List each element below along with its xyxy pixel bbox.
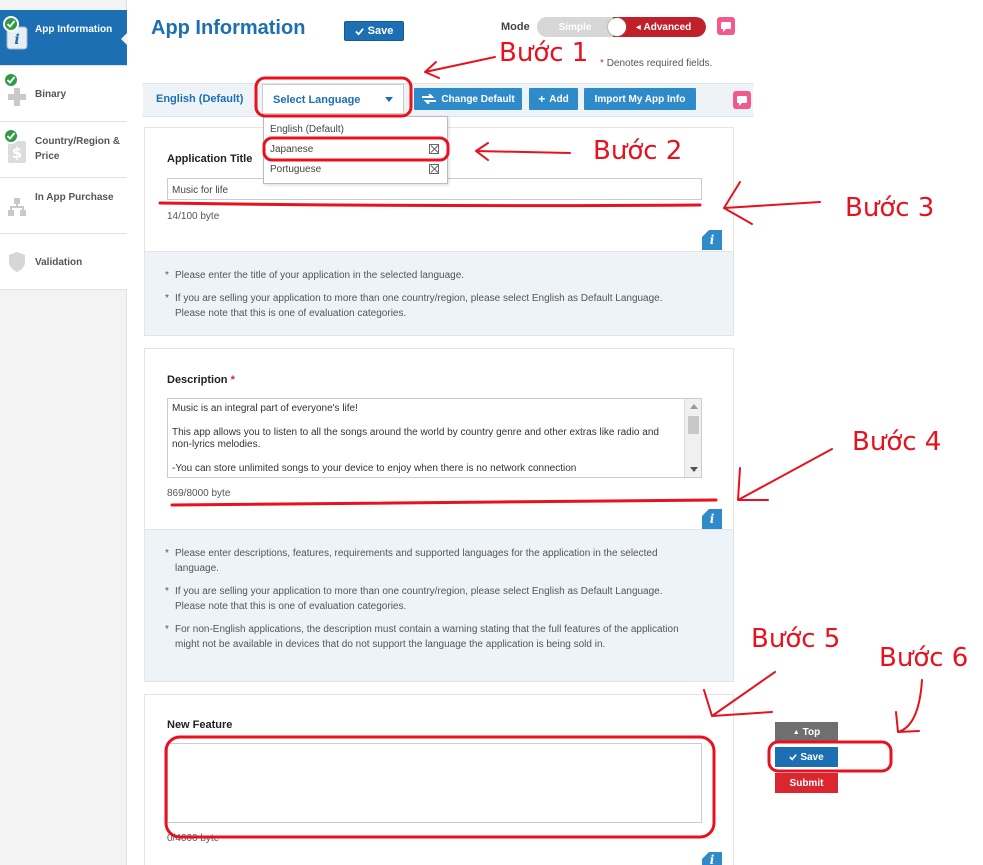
info-icon[interactable]: i [702, 852, 722, 865]
checkbox-icon[interactable] [429, 164, 439, 174]
annotation-step1: Bước 1 [499, 38, 589, 68]
annotation-step3: Bước 3 [845, 193, 935, 223]
submit-button[interactable]: Submit [775, 773, 838, 793]
description-textarea[interactable]: Music is an integral part of everyone's … [167, 398, 702, 478]
arrow-step4 [737, 448, 833, 501]
new-feature-counter: 0/4000 byte [167, 833, 220, 844]
mode-label: Mode [501, 21, 530, 33]
submit-label: Submit [789, 777, 824, 789]
chevron-down-icon [385, 97, 393, 102]
annotation-step5: Bước 5 [751, 624, 841, 654]
language-option-japanese[interactable]: Japanese [270, 144, 313, 155]
sidebar-item-label: Country/Region & Price [35, 136, 120, 162]
required-star: * [230, 374, 235, 386]
sidebar-item-label: Validation [35, 257, 83, 268]
help-text: * For non-English applications, the descr… [165, 624, 679, 650]
new-feature-label: New Feature [167, 719, 233, 731]
app-title-label: Application Title [167, 153, 253, 165]
sidebar: i App Information Binary $ Country/Regio… [0, 0, 128, 865]
required-star: * [600, 58, 604, 69]
save-button[interactable]: Save [344, 21, 404, 41]
arrow-step1 [424, 56, 496, 79]
mode-toggle-knob[interactable] [608, 18, 626, 36]
language-option-portuguese[interactable]: Portuguese [270, 164, 321, 175]
svg-text:i: i [14, 32, 19, 48]
check-icon [789, 754, 798, 761]
add-label: Add [549, 93, 569, 105]
required-note: * Denotes required fields. [600, 58, 712, 69]
arrow-up-icon: ▲ [792, 728, 800, 736]
floating-save-label: Save [800, 751, 824, 763]
description-counter: 869/8000 byte [167, 488, 231, 499]
change-default-button[interactable]: Change Default [414, 88, 522, 110]
description-text: Music is an integral part of everyone's … [172, 403, 659, 474]
sidebar-item-validation[interactable]: Validation [0, 234, 127, 290]
mode-simple-option[interactable]: Simple [537, 17, 613, 37]
top-button[interactable]: ▲ Top [775, 722, 838, 742]
info-icon[interactable]: i [702, 230, 722, 250]
mode-advanced-label: Advanced [643, 21, 692, 33]
tab-english-default[interactable]: English (Default) [156, 93, 243, 105]
checkbox-icon[interactable] [429, 144, 439, 154]
chat-icon[interactable] [717, 17, 735, 35]
annotation-step2: Bước 2 [593, 136, 683, 166]
add-button[interactable]: + Add [529, 88, 578, 110]
check-icon [3, 16, 19, 32]
sidebar-item-label: In App Purchase [35, 192, 114, 203]
required-note-text: Denotes required fields. [606, 58, 713, 69]
svg-text:$: $ [12, 144, 22, 162]
new-feature-textarea[interactable] [167, 743, 702, 823]
plus-icon: + [538, 92, 546, 106]
check-icon [3, 72, 19, 88]
mode-toggle[interactable]: Simple ◂ Advanced [537, 17, 706, 37]
sidebar-item-label: Binary [35, 89, 67, 100]
description-scrollbar[interactable] [684, 399, 701, 477]
scroll-up-icon[interactable] [690, 404, 698, 409]
swap-icon [422, 94, 437, 104]
network-icon [6, 196, 28, 220]
scroll-thumb[interactable] [688, 416, 699, 434]
description-label-text: Description [167, 374, 228, 386]
check-icon [3, 128, 19, 144]
top-button-label: Top [802, 726, 821, 738]
sidebar-item-in-app-purchase[interactable]: In App Purchase [0, 178, 127, 234]
language-option-english[interactable]: English (Default) [270, 124, 344, 135]
import-label: Import My App Info [594, 93, 686, 105]
scroll-down-icon[interactable] [690, 467, 698, 472]
arrow-step3 [723, 181, 821, 225]
sidebar-item-app-information[interactable]: i App Information [0, 10, 127, 66]
annotation-step6: Bước 6 [879, 643, 969, 673]
select-language-dropdown[interactable]: Select Language [262, 84, 404, 114]
app-title-counter: 14/100 byte [167, 211, 220, 222]
check-icon [354, 27, 364, 36]
shield-icon [6, 250, 28, 274]
help-text: * If you are selling your application to … [165, 586, 663, 612]
save-button-label: Save [367, 25, 394, 37]
change-default-label: Change Default [441, 93, 515, 105]
info-icon[interactable]: i [702, 509, 722, 529]
import-my-app-info-button[interactable]: Import My App Info [584, 88, 696, 110]
page-title: App Information [151, 17, 306, 39]
help-text: * If you are selling your application to … [165, 293, 663, 319]
sidebar-item-country-region[interactable]: $ Country/Region & Price [0, 122, 127, 178]
language-dropdown-menu: English (Default) Japanese Portuguese [263, 116, 448, 184]
annotation-step4: Bước 4 [852, 427, 942, 457]
floating-save-button[interactable]: Save [775, 747, 838, 767]
active-indicator [121, 32, 128, 46]
chat-icon[interactable] [733, 91, 751, 109]
sidebar-item-binary[interactable]: Binary [0, 66, 127, 122]
select-language-label: Select Language [273, 94, 361, 106]
help-text: * Please enter descriptions, features, re… [165, 548, 658, 574]
sidebar-item-label: App Information [35, 24, 113, 35]
arrow-step6 [895, 679, 923, 733]
mode-advanced-option[interactable]: ◂ Advanced [613, 17, 706, 37]
description-label: Description * [167, 374, 235, 386]
plus-icon [6, 86, 28, 110]
help-text: * Please enter the title of your applicat… [165, 270, 465, 281]
